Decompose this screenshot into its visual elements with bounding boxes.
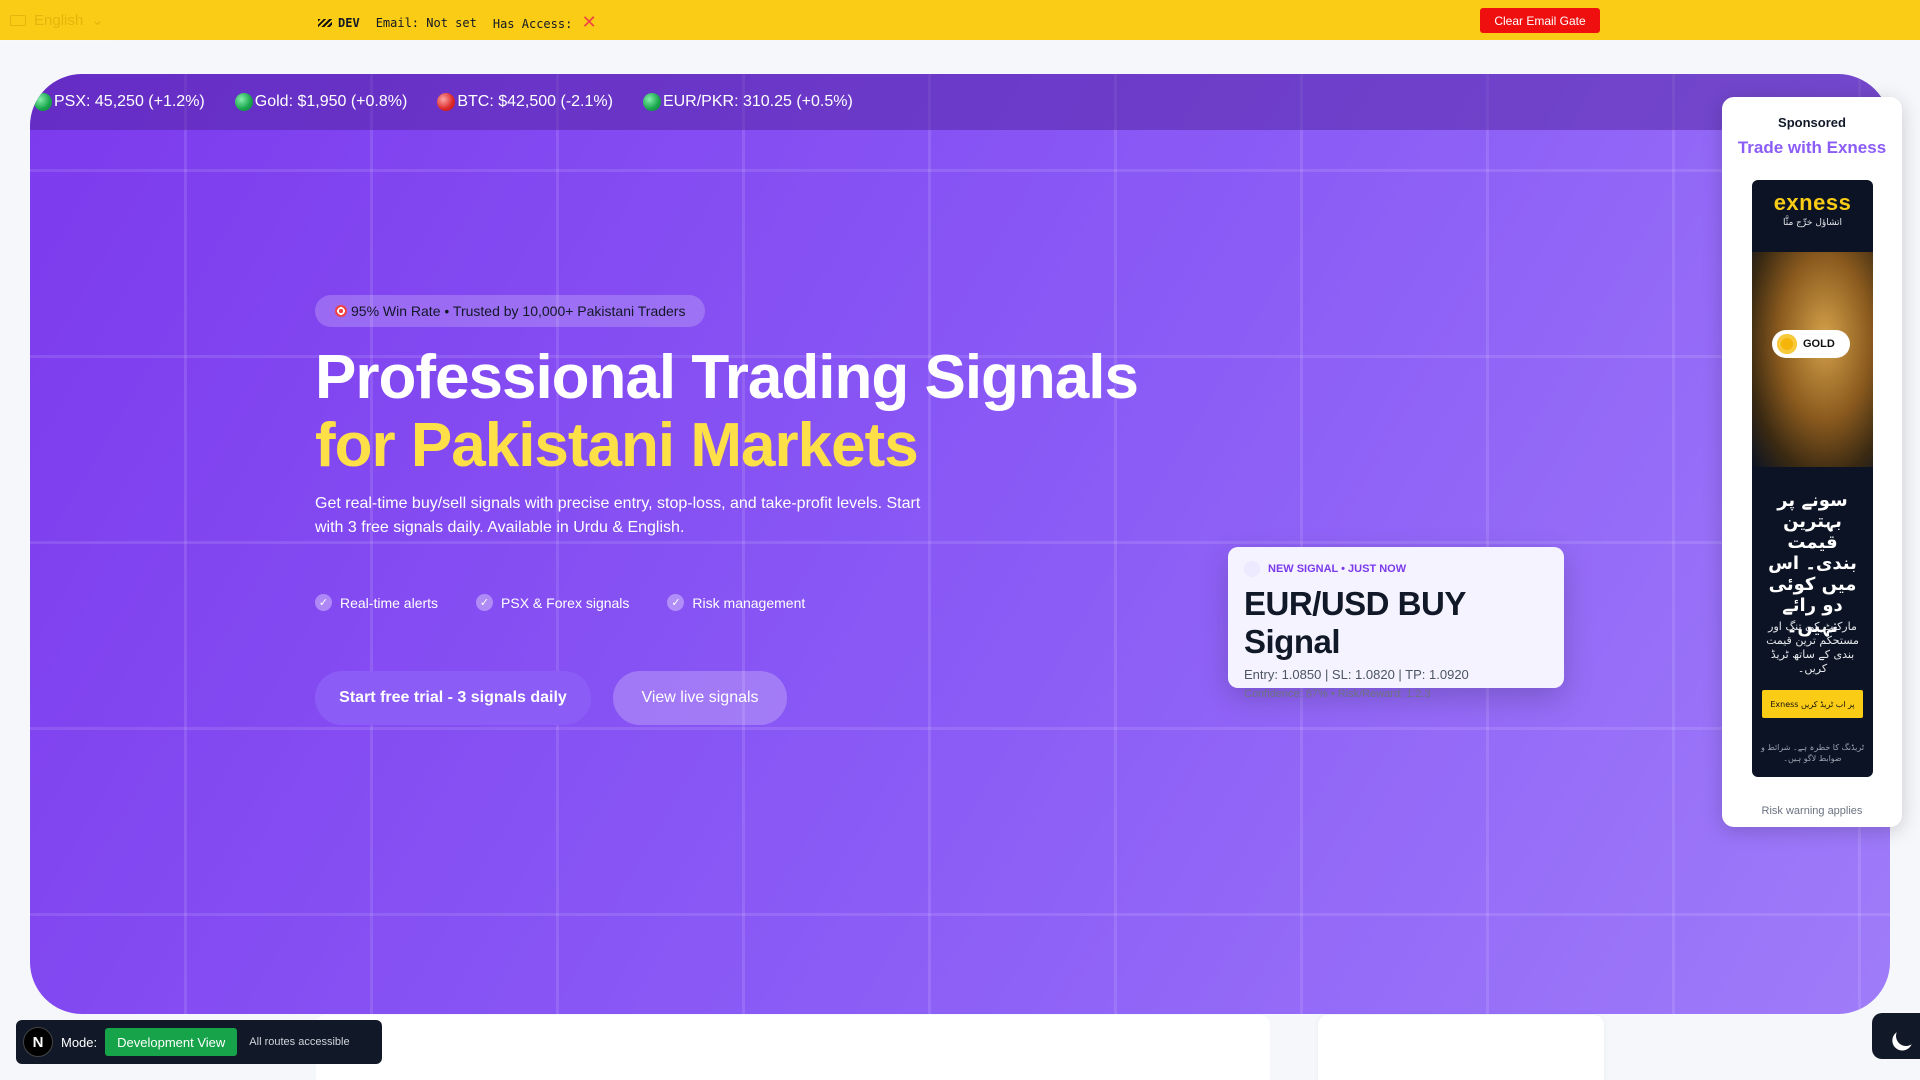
ad-warning: ٹریڈنگ کا خطرہ ہے۔ شرائط و ضوابط لاگو ہی… [1760, 743, 1865, 763]
signal-avatar [1244, 561, 1260, 577]
language-selector[interactable]: English ⌄ [10, 11, 104, 29]
x-mark-icon: ✕ [581, 12, 597, 33]
target-icon [335, 305, 347, 317]
ad-body: مارکیٹ کی تنگ اور مستحکم ترین قیمت بندی … [1766, 620, 1859, 675]
mode-note: All routes accessible [249, 1036, 350, 1048]
sponsored-title[interactable]: Trade with Exness [1722, 138, 1902, 158]
hero-title: Professional Trading Signals for Pakista… [315, 343, 1139, 480]
ad-headline: سونے پر بہترین قیمت بندی۔ اس میں کوئی دو… [1768, 490, 1857, 637]
moon-icon [1893, 1023, 1919, 1049]
flag-icon [10, 14, 26, 26]
content-card [316, 1015, 1270, 1080]
ticker-item-eurpkr: EUR/PKR: 310.25 (+0.5%) [642, 93, 853, 111]
sponsored-label: Sponsored [1778, 115, 1846, 130]
feature-item: ✓ Real-time alerts [315, 594, 438, 611]
development-view-button[interactable]: Development View [105, 1028, 238, 1056]
signal-meta: Confidence: 87% • Risk/Reward: 1:2.3 [1244, 688, 1431, 700]
green-circle-icon [34, 93, 52, 111]
hero-section: PSX: 45,250 (+1.2%) Gold: $1,950 (+0.8%)… [30, 74, 1890, 1014]
gold-label: GOLD [1803, 338, 1835, 350]
dev-tag: DEV [318, 16, 360, 30]
ad-tagline: اتشاؤل خرِّج مثَّا [1782, 218, 1842, 228]
feature-label: Risk management [692, 594, 806, 611]
chevron-down-icon: ⌄ [91, 12, 104, 29]
dev-status: DEV Email: Not set Has Access: ✕ [318, 12, 597, 33]
exness-logo: exness [1773, 190, 1852, 215]
construction-icon [318, 18, 332, 27]
feature-item: ✓ Risk management [667, 594, 805, 611]
ticker-label: PSX: 45,250 (+1.2%) [54, 93, 205, 110]
mode-bar: N Mode: Development View All routes acce… [16, 1020, 382, 1064]
ticker-label: EUR/PKR: 310.25 (+0.5%) [662, 93, 853, 110]
dev-bar: English ⌄ DEV Email: Not set Has Access:… [0, 0, 1920, 40]
risk-warning-note: Risk warning applies [1761, 805, 1863, 817]
clear-email-gate-button[interactable]: Clear Email Gate [1480, 8, 1600, 33]
sponsored-panel: Sponsored Trade with Exness exness اتشاؤ… [1722, 97, 1902, 827]
exness-ad-banner[interactable]: exness اتشاؤل خرِّج مثَّا GOLD سونے پر ب… [1752, 180, 1873, 777]
win-rate-badge: 95% Win Rate • Trusted by 10,000+ Pakist… [315, 295, 706, 327]
feature-label: Real-time alerts [340, 594, 439, 611]
signal-levels: Entry: 1.0850 | SL: 1.0820 | TP: 1.0920 [1244, 667, 1469, 682]
check-icon: ✓ [315, 594, 332, 611]
email-status: Email: Not set [375, 15, 477, 30]
ad-cta-button[interactable]: Exness پر اب ٹریڈ کریں [1762, 690, 1863, 718]
language-label: English [34, 11, 84, 29]
signal-tag: NEW SIGNAL • JUST NOW [1268, 563, 1407, 575]
feature-list: ✓ Real-time alerts ✓ PSX & Forex signals… [315, 594, 805, 611]
coin-icon [1777, 334, 1797, 354]
gold-pill: GOLD [1772, 330, 1850, 358]
language-underline [0, 40, 118, 42]
ticker-item-psx: PSX: 45,250 (+1.2%) [34, 93, 205, 111]
check-icon: ✓ [476, 594, 494, 611]
content-card [1318, 1015, 1604, 1080]
signal-title: EUR/USD BUY Signal [1244, 585, 1466, 660]
ticker-label: BTC: $42,500 (-2.1%) [457, 93, 613, 110]
market-ticker: PSX: 45,250 (+1.2%) Gold: $1,950 (+0.8%)… [30, 74, 1890, 130]
badge-text: 95% Win Rate • Trusted by 10,000+ Pakist… [351, 303, 686, 319]
gold-nugget-image: GOLD [1752, 252, 1873, 467]
access-status: Has Access: ✕ [493, 12, 597, 33]
ticker-item-btc: BTC: $42,500 (-2.1%) [437, 93, 613, 111]
feature-item: ✓ PSX & Forex signals [476, 594, 629, 611]
green-circle-icon [234, 93, 253, 111]
ticker-item-gold: Gold: $1,950 (+0.8%) [234, 93, 408, 111]
feature-label: PSX & Forex signals [501, 594, 630, 611]
signal-card[interactable]: NEW SIGNAL • JUST NOW EUR/USD BUY Signal… [1228, 547, 1564, 700]
red-circle-icon [437, 93, 456, 111]
dev-tag-label: DEV [338, 15, 360, 30]
start-free-trial-button[interactable]: Start free trial - 3 signals daily [315, 671, 591, 725]
hero-title-line2: for Pakistani Markets [315, 411, 919, 480]
check-icon: ✓ [667, 594, 685, 611]
green-circle-icon [642, 93, 661, 111]
nextjs-logo-icon[interactable]: N [23, 1027, 53, 1057]
signal-tag-row: NEW SIGNAL • JUST NOW [1244, 561, 1548, 577]
theme-toggle-button[interactable] [1872, 1013, 1920, 1059]
hero-title-line1: Professional Trading Signals [315, 343, 1139, 412]
ticker-label: Gold: $1,950 (+0.8%) [254, 93, 408, 110]
mode-label: Mode: [61, 1034, 98, 1050]
hero-grid-background [30, 74, 1890, 1014]
view-live-signals-button[interactable]: View live signals [613, 671, 787, 725]
access-label: Has Access: [492, 17, 573, 31]
hero-subtitle: Get real-time buy/sell signals with prec… [315, 495, 921, 536]
